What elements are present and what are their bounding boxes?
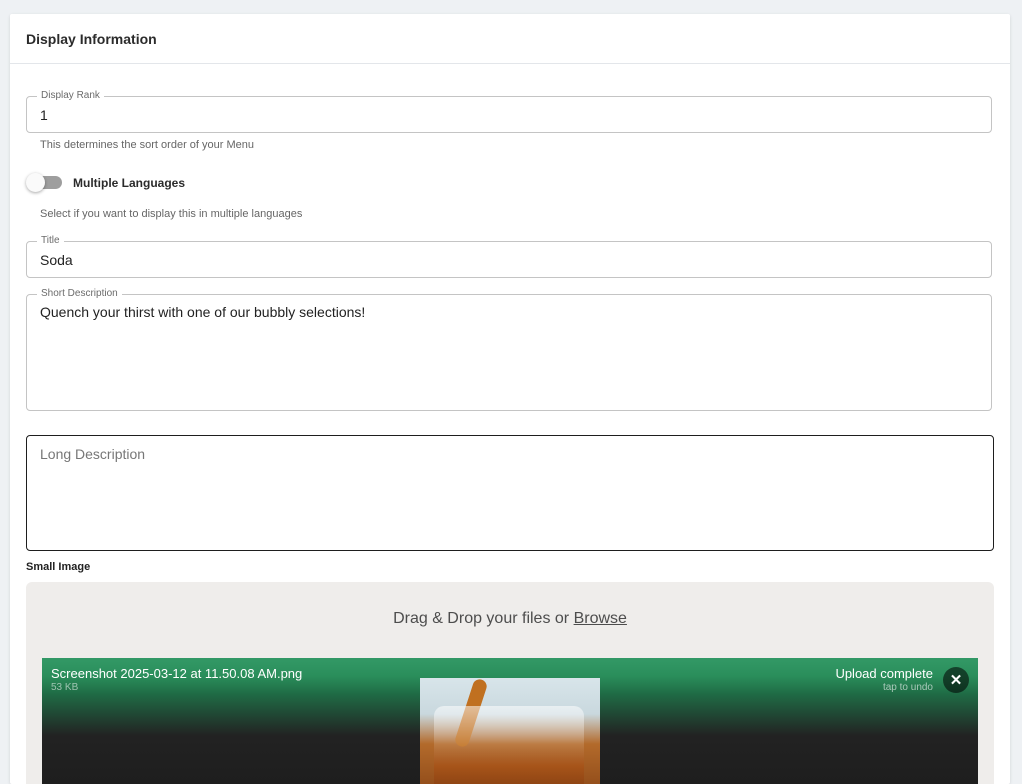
uploaded-file-item: Screenshot 2025-03-12 at 11.50.08 AM.png… <box>42 658 978 784</box>
title-label: Title <box>37 235 64 247</box>
short-description-value: Quench your thirst with one of our bubbl… <box>40 304 366 320</box>
display-information-card: Display Information Display Rank 1 This … <box>10 14 1010 784</box>
card-title: Display Information <box>10 14 1010 64</box>
file-name: Screenshot 2025-03-12 at 11.50.08 AM.png <box>51 666 303 681</box>
small-image-dropzone[interactable]: Drag & Drop your files or Browse Screens… <box>26 582 994 784</box>
display-rank-label: Display Rank <box>37 90 104 102</box>
long-description-placeholder: Long Description <box>40 446 146 462</box>
title-value: Soda <box>40 252 73 268</box>
browse-link[interactable]: Browse <box>574 610 627 627</box>
short-description-field[interactable]: Short Description Quench your thirst wit… <box>26 288 992 411</box>
close-icon: ✕ <box>949 672 963 689</box>
multiple-languages-helper: Select if you want to display this in mu… <box>40 208 303 220</box>
drop-instructions: Drag & Drop your files or Browse <box>26 610 994 628</box>
display-rank-value: 1 <box>40 107 48 123</box>
undo-hint[interactable]: tap to undo <box>883 682 933 693</box>
display-rank-field[interactable]: Display Rank 1 <box>26 90 992 133</box>
display-rank-helper: This determines the sort order of your M… <box>40 139 254 151</box>
file-preview-image <box>420 677 600 784</box>
toggle-thumb <box>26 173 45 192</box>
remove-file-button[interactable]: ✕ <box>943 667 969 693</box>
multiple-languages-toggle[interactable] <box>26 173 62 192</box>
title-field[interactable]: Title Soda <box>26 235 992 278</box>
glass-shape <box>434 706 584 784</box>
multiple-languages-label: Multiple Languages <box>73 176 186 190</box>
file-size: 53 KB <box>51 682 79 693</box>
drop-text: Drag & Drop your files or <box>393 610 570 627</box>
upload-status: Upload complete <box>835 666 933 681</box>
short-description-label: Short Description <box>37 288 122 300</box>
long-description-field[interactable]: Long Description <box>26 435 994 551</box>
small-image-label: Small Image <box>26 561 91 573</box>
